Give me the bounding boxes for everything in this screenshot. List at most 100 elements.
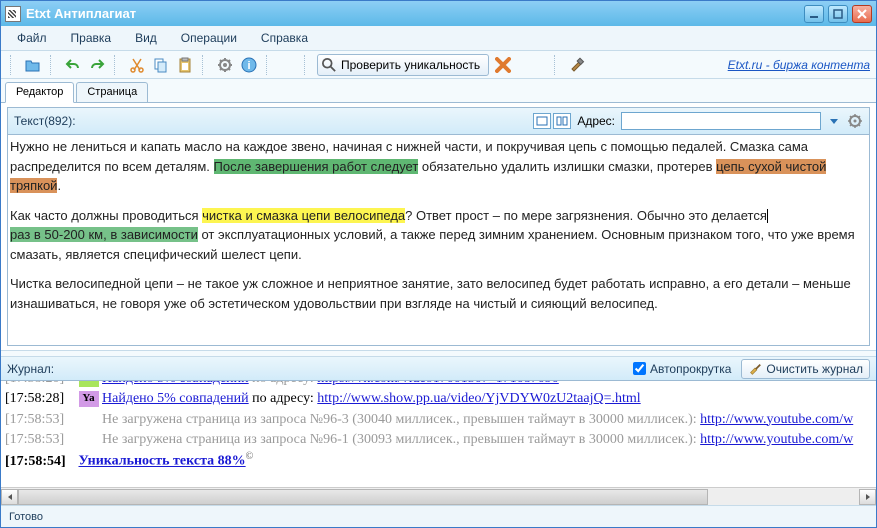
info-icon[interactable]: i: [239, 55, 259, 75]
layout-split-icon[interactable]: [553, 113, 571, 129]
highlight-green: раз в 50-200 км, в зависимости: [10, 227, 198, 242]
journal-header: Журнал: Автопрокрутка Очистить журнал: [1, 357, 876, 381]
menu-edit[interactable]: Правка: [61, 28, 122, 48]
scroll-right-arrow[interactable]: [859, 489, 876, 505]
editor-text: Чистка велосипедной цепи – не такое уж с…: [10, 276, 851, 311]
close-button[interactable]: [852, 5, 872, 23]
clear-journal-label: Очистить журнал: [766, 362, 863, 376]
journal-row: [17:58:53] Не загружена страница из запр…: [5, 410, 872, 430]
editor-text: ? Ответ прост – по мере загрязнения. Обы…: [405, 208, 767, 223]
address-settings-icon[interactable]: [847, 113, 863, 129]
tab-page[interactable]: Страница: [76, 82, 148, 102]
check-uniqueness-label: Проверить уникальность: [341, 58, 480, 72]
menu-help[interactable]: Справка: [251, 28, 318, 48]
toolbar-grip[interactable]: [10, 55, 16, 75]
menu-file[interactable]: Файл: [7, 28, 57, 48]
editor-text: Как часто должны проводиться: [10, 208, 202, 223]
address-input[interactable]: [621, 112, 821, 130]
separator: [114, 55, 120, 75]
copy-icon[interactable]: [151, 55, 171, 75]
timestamp: [17:58:53]: [5, 410, 75, 430]
match-url-link[interactable]: http://www.youtube.com/w: [700, 412, 853, 427]
splitter-handle[interactable]: [1, 350, 876, 357]
toolbar-grip[interactable]: [304, 55, 310, 75]
horizontal-scrollbar[interactable]: [1, 487, 876, 505]
check-uniqueness-button[interactable]: Проверить уникальность: [317, 54, 489, 76]
cut-icon[interactable]: [127, 55, 147, 75]
autoscroll-checkbox[interactable]: Автопрокрутка: [633, 362, 731, 376]
tabstrip: Редактор Страница: [1, 79, 876, 102]
source-marker: Ya: [79, 391, 99, 407]
clear-journal-button[interactable]: Очистить журнал: [741, 359, 870, 379]
timestamp: [17:58:54]: [5, 452, 75, 472]
journal-row: [17:58:20] Ya Найдено 5% совпадений по а…: [5, 381, 872, 389]
menu-operations[interactable]: Операции: [171, 28, 247, 48]
maximize-button[interactable]: [828, 5, 848, 23]
titlebar: Etxt Антиплагиат: [1, 1, 876, 26]
main-area: Текст(892): Адрес: Нужно не лениться и к…: [1, 102, 876, 505]
highlight-green: После завершения работ следует: [214, 159, 419, 174]
window-title: Etxt Антиплагиат: [26, 6, 804, 21]
scrollbar-track[interactable]: [18, 489, 859, 505]
toolbar-right: Etxt.ru - биржа контента: [728, 58, 870, 72]
statusbar: Готово: [1, 505, 876, 527]
separator: [50, 55, 56, 75]
toolbar-grip[interactable]: [554, 55, 560, 75]
paste-icon[interactable]: [175, 55, 195, 75]
journal-text: Не загружена страница из запроса №96-3 (…: [102, 412, 700, 427]
menubar: Файл Правка Вид Операции Справка: [1, 26, 876, 51]
source-marker: Ya: [79, 381, 99, 387]
journal-row: [17:58:28] Ya Найдено 5% совпадений по а…: [5, 389, 872, 409]
text-count-label: Текст(892):: [14, 114, 76, 128]
timestamp: [17:58:28]: [5, 389, 75, 409]
open-icon[interactable]: [23, 55, 43, 75]
settings-gear-icon[interactable]: [215, 55, 235, 75]
match-text-link[interactable]: Найдено 5% совпадений: [102, 381, 249, 386]
layout-single-icon[interactable]: [533, 113, 551, 129]
timestamp: [17:58:53]: [5, 430, 75, 450]
status-text: Готово: [9, 511, 43, 523]
stop-icon[interactable]: [493, 55, 513, 75]
svg-text:i: i: [247, 60, 250, 72]
app-window: Etxt Антиплагиат Файл Правка Вид Операци…: [0, 0, 877, 528]
address-label: Адрес:: [577, 114, 615, 128]
copyright-mark: ©: [246, 451, 254, 462]
journal-log[interactable]: [17:58:20] Ya Найдено 5% совпадений по а…: [1, 381, 876, 487]
redo-icon[interactable]: [87, 55, 107, 75]
tab-editor[interactable]: Редактор: [5, 82, 74, 103]
editor-text: обязательно удалить излишки смазки, прот…: [418, 159, 716, 174]
minimize-button[interactable]: [804, 5, 824, 23]
uniqueness-link[interactable]: Уникальность текста 88%: [79, 454, 246, 469]
autoscroll-label: Автопрокрутка: [650, 362, 731, 376]
toolbar: i Проверить уникальность Etxt.ru - биржа…: [1, 51, 876, 79]
match-text-link[interactable]: Найдено 5% совпадений: [102, 391, 249, 406]
highlight-yellow: чистка и смазка цепи велосипеда: [202, 208, 405, 223]
journal-row: [17:58:53] Не загружена страница из запр…: [5, 430, 872, 450]
etxt-link[interactable]: Etxt.ru - биржа контента: [728, 58, 870, 72]
match-url-link[interactable]: http://www.show.pp.ua/video/YjVDYW0zU2ta…: [317, 391, 640, 406]
journal-text: Не загружена страница из запроса №96-1 (…: [102, 432, 700, 447]
undo-icon[interactable]: [63, 55, 83, 75]
hammer-icon[interactable]: [567, 55, 587, 75]
match-url-link[interactable]: http://www.youtube.com/w: [700, 432, 853, 447]
broom-icon: [748, 362, 762, 376]
match-url-link[interactable]: https://vk.com/video17001507_171087090: [317, 381, 559, 386]
scroll-left-arrow[interactable]: [1, 489, 18, 505]
scrollbar-thumb[interactable]: [18, 489, 708, 505]
layout-buttons: [533, 113, 571, 129]
journal-text: по адресу:: [249, 381, 318, 386]
text-header: Текст(892): Адрес:: [7, 107, 870, 135]
timestamp: [17:58:20]: [5, 381, 75, 389]
window-buttons: [804, 5, 872, 23]
menu-view[interactable]: Вид: [125, 28, 167, 48]
text-cursor: [767, 209, 768, 223]
separator: [266, 55, 272, 75]
autoscroll-input[interactable]: [633, 362, 646, 375]
journal-text: по адресу:: [249, 391, 318, 406]
search-icon: [322, 58, 336, 72]
uniqueness-result: [17:58:54] Уникальность текста 88%©: [5, 450, 872, 472]
app-icon: [5, 6, 21, 22]
dropdown-arrow-icon[interactable]: [827, 114, 841, 128]
editor-textarea[interactable]: Нужно не лениться и капать масло на кажд…: [7, 135, 870, 346]
editor-text: .: [57, 178, 61, 193]
